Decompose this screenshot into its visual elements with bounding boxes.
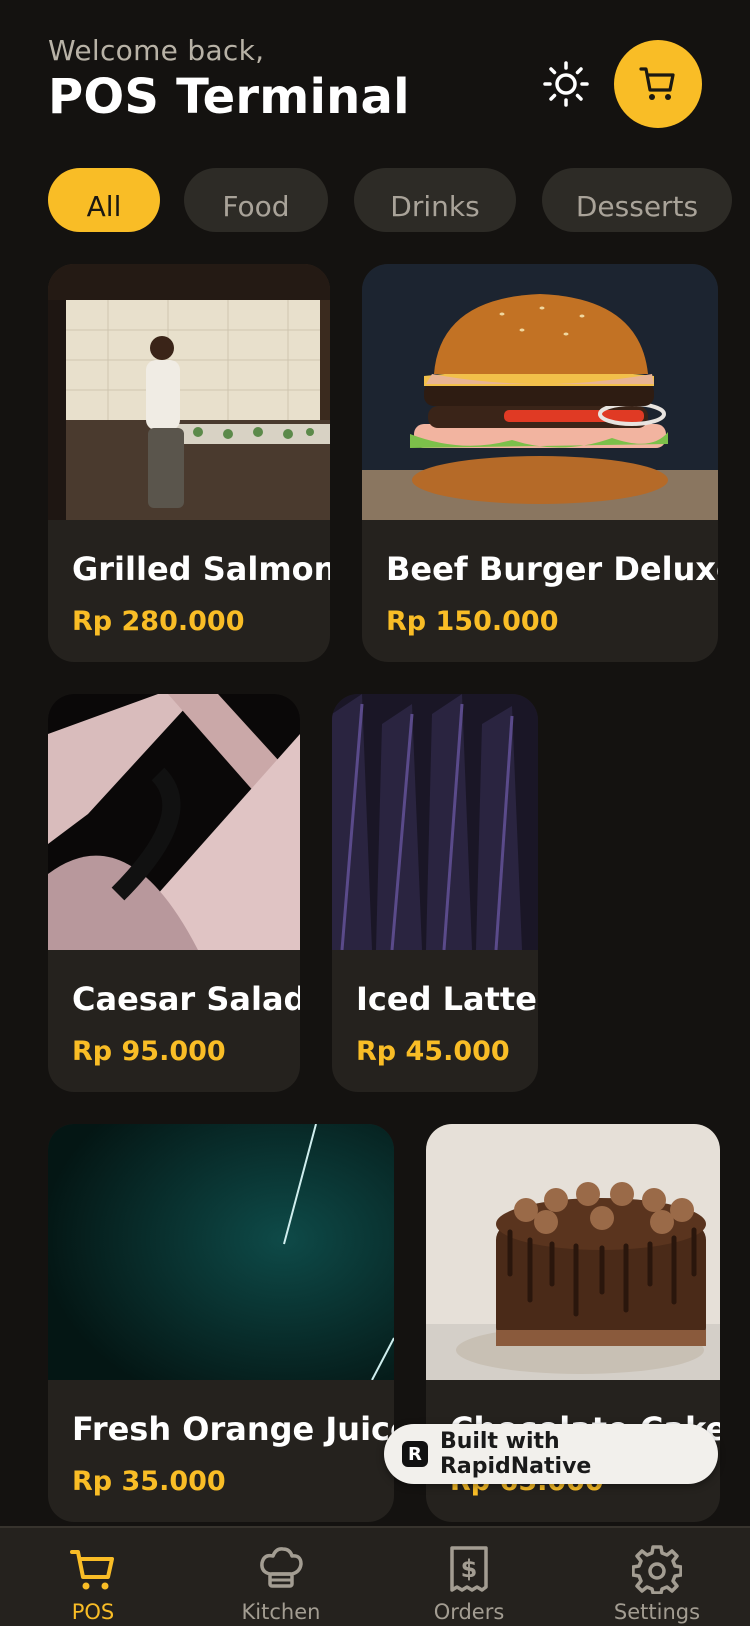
product-price: Rp 35.000 (72, 1466, 226, 1497)
receipt-icon: $ (450, 1546, 488, 1592)
product-price: Rp 45.000 (356, 1036, 510, 1067)
page-title: POS Terminal (48, 69, 410, 125)
product-image (362, 264, 718, 520)
rapidnative-logo-icon: R (402, 1441, 428, 1467)
svg-text:$: $ (461, 1555, 478, 1583)
product-name: Iced Latte (356, 980, 537, 1018)
product-image (48, 264, 330, 520)
product-price: Rp 95.000 (72, 1036, 226, 1067)
header: Welcome back, POS Terminal (48, 34, 410, 125)
cart-icon (70, 1550, 114, 1590)
nav-item-orders[interactable]: $ Orders (394, 1528, 544, 1626)
chip-all[interactable]: All (48, 168, 160, 232)
product-name: Fresh Orange Juice (72, 1410, 394, 1448)
nav-item-settings[interactable]: Settings (582, 1528, 732, 1626)
cart-icon (639, 67, 675, 100)
cart-button[interactable] (614, 40, 702, 128)
bottom-nav: POS Kitchen $ Orders Settings (0, 1526, 750, 1626)
chip-drinks[interactable]: Drinks (354, 168, 516, 232)
product-image (332, 694, 538, 951)
nav-item-kitchen[interactable]: Kitchen (206, 1528, 356, 1626)
chip-desserts[interactable]: Desserts (542, 168, 732, 232)
badge-text: Built with RapidNative (439, 1429, 592, 1479)
nav-label-settings: Settings (613, 1600, 701, 1624)
product-price: Rp 150.000 (386, 606, 559, 637)
chef-hat-icon (260, 1547, 303, 1588)
product-name: Beef Burger Deluxe (386, 550, 718, 588)
nav-label-orders: Orders (433, 1600, 505, 1624)
chip-food[interactable]: Food (184, 168, 328, 232)
product-name: Caesar Salad (72, 980, 300, 1018)
nav-label-kitchen: Kitchen (241, 1600, 321, 1624)
product-price: Rp 280.000 (72, 606, 245, 637)
nav-label-pos: POS (71, 1600, 115, 1624)
product-card[interactable]: Iced Latte Rp 45.000 (332, 694, 538, 1092)
product-card[interactable]: Caesar Salad Rp 95.000 (48, 694, 300, 1092)
product-image (426, 1124, 720, 1380)
product-image (48, 694, 300, 950)
gear-icon (632, 1545, 682, 1594)
sun-icon[interactable] (542, 60, 590, 108)
built-with-badge[interactable]: R Built with RapidNative (384, 1424, 718, 1484)
product-name: Grilled Salmon (72, 550, 330, 588)
product-card[interactable]: Grilled Salmon Rp 280.000 (48, 264, 330, 662)
product-card[interactable]: Beef Burger Deluxe Rp 150.000 (362, 264, 718, 662)
product-card[interactable]: Fresh Orange Juice Rp 35.000 (48, 1124, 394, 1522)
nav-item-pos[interactable]: POS (18, 1528, 168, 1626)
product-image (48, 1124, 394, 1381)
welcome-text: Welcome back, (48, 34, 265, 67)
